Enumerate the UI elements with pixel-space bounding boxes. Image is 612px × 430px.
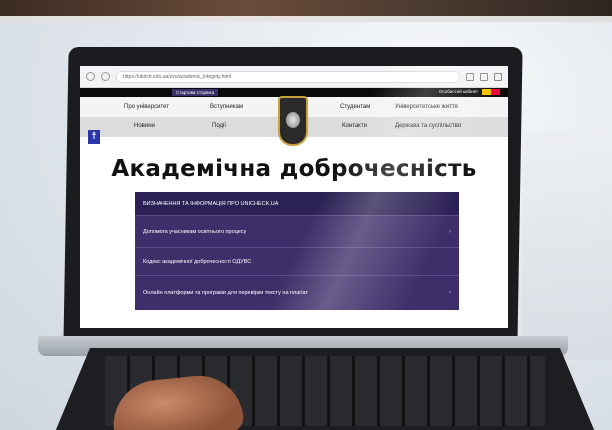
back-icon[interactable] [86, 72, 95, 81]
menu-item[interactable]: Університетське життя [395, 104, 458, 110]
menu-icon[interactable] [494, 72, 502, 81]
menu-item[interactable]: Про університет [124, 104, 169, 110]
laptop-screen: https://ubirch.edu.ua/zvo/academic_integ… [80, 66, 508, 328]
cabinet-link[interactable]: Особистий кабінет [439, 89, 478, 94]
menu-item[interactable]: Новини [134, 123, 155, 129]
home-link[interactable]: Стартова сторінка [172, 89, 219, 96]
reload-icon[interactable] [101, 72, 110, 81]
accordion-item-label: Кодекс академічної доброчесності ОДУВС [143, 258, 252, 265]
menu-item[interactable]: Студентам [340, 104, 370, 110]
accordion-item[interactable]: ВИЗНАЧЕННЯ ТА ІНФОРМАЦІЯ ПРО UNICHECK.UA [135, 192, 459, 216]
background-top-strip [0, 0, 612, 22]
menu-item[interactable]: Держава та суспільство [395, 123, 461, 129]
accordion-item-label: Допомога учасникам освітнього процесу [143, 228, 247, 235]
chevron-right-icon: › [449, 290, 451, 296]
university-crest-logo[interactable] [278, 96, 308, 146]
accessibility-icon[interactable]: ☨ [88, 130, 100, 144]
background-chair [522, 130, 612, 360]
menu-item[interactable]: Події [212, 123, 226, 129]
menu-item[interactable]: Контакти [342, 123, 367, 129]
page-title: Академічна доброчесність [111, 156, 477, 182]
chevron-right-icon: › [449, 228, 451, 235]
language-flags-icon[interactable] [482, 89, 500, 95]
accordion-item[interactable]: Допомога учасникам освітнього процесу › [135, 216, 459, 248]
url-field[interactable]: https://ubirch.edu.ua/zvo/academic_integ… [116, 70, 460, 83]
extension-icon[interactable] [466, 72, 474, 81]
photo-scene: https://ubirch.edu.ua/zvo/academic_integ… [0, 0, 612, 430]
accordion-item[interactable]: Кодекс академічної доброчесності ОДУВС [135, 248, 459, 276]
accordion-item-label: Онлайн платформи та програми для перевір… [143, 290, 308, 296]
accordion-panel: ВИЗНАЧЕННЯ ТА ІНФОРМАЦІЯ ПРО UNICHECK.UA… [135, 192, 459, 310]
menu-item[interactable]: Вступникам [210, 104, 243, 110]
extension-icon[interactable] [480, 72, 488, 81]
accordion-item-label: ВИЗНАЧЕННЯ ТА ІНФОРМАЦІЯ ПРО UNICHECK.UA [143, 200, 279, 207]
browser-address-bar: https://ubirch.edu.ua/zvo/academic_integ… [80, 66, 508, 88]
accordion-item[interactable]: Онлайн платформи та програми для перевір… [135, 276, 459, 310]
